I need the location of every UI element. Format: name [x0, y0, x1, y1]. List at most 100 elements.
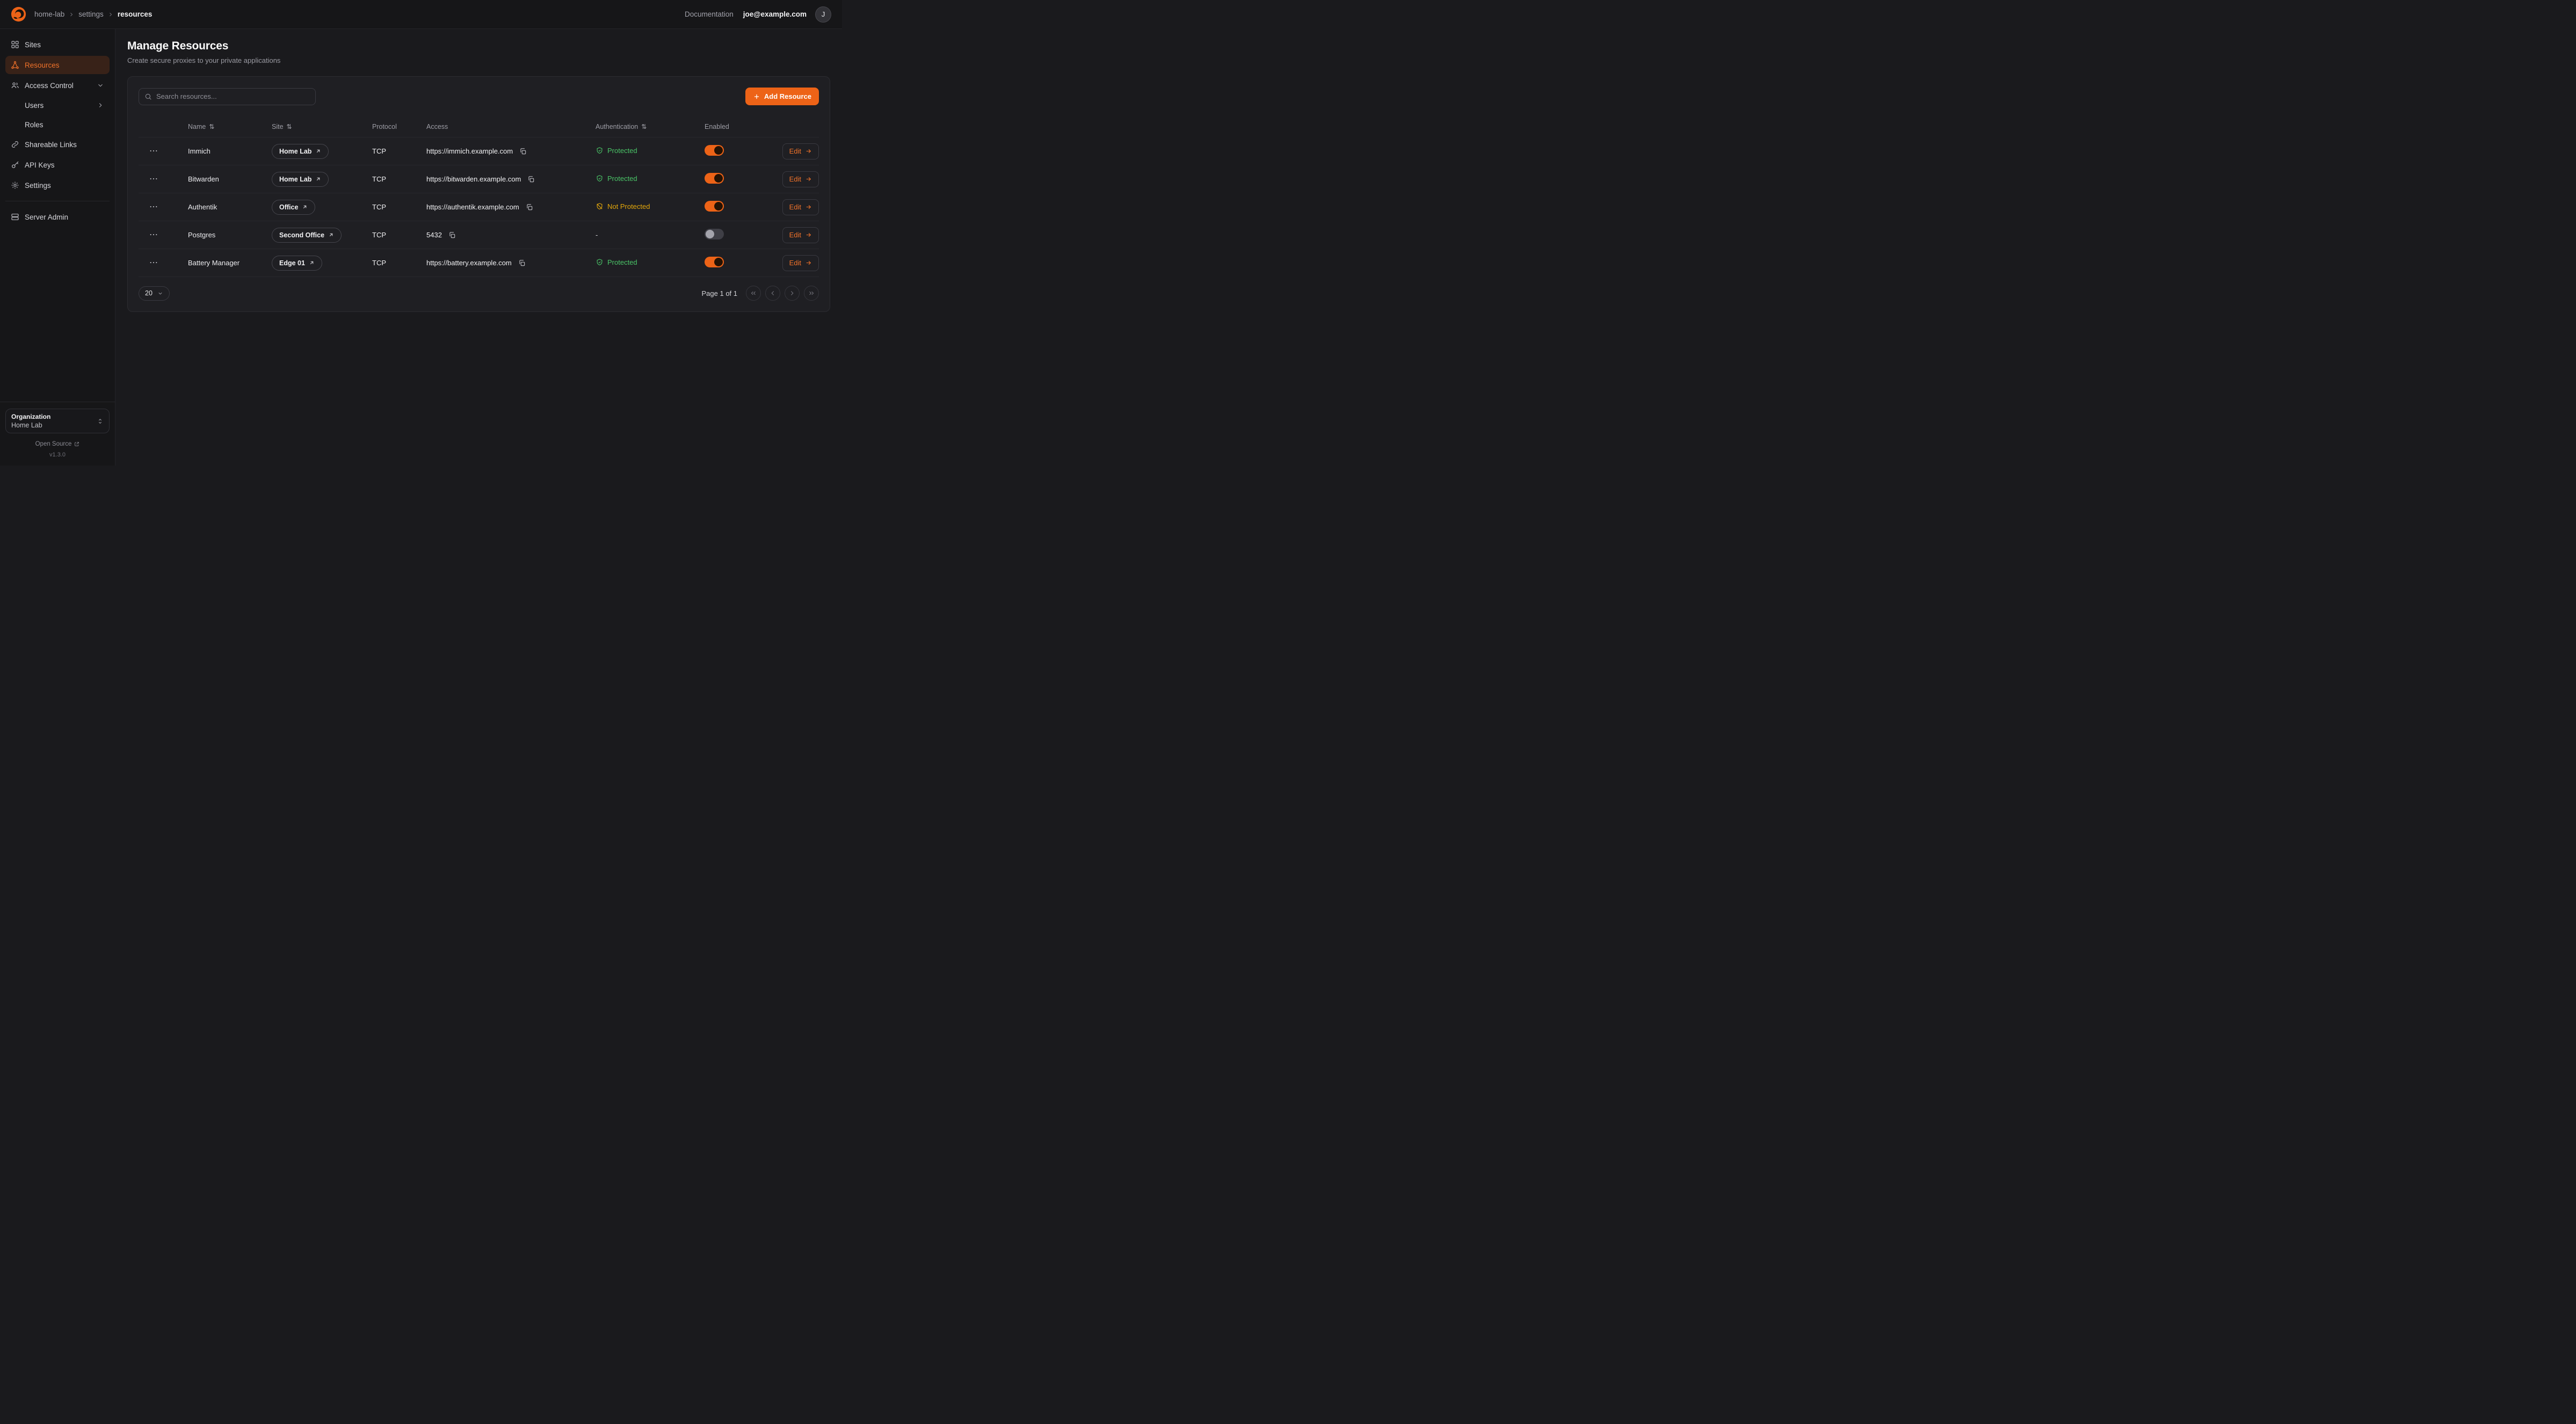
- avatar[interactable]: J: [815, 6, 831, 23]
- link-icon: [11, 140, 19, 149]
- first-page-button[interactable]: [746, 286, 761, 301]
- pagination: 20 Page 1 of 1: [139, 286, 819, 301]
- enabled-toggle[interactable]: [705, 173, 724, 184]
- enabled-toggle[interactable]: [705, 145, 724, 156]
- copy-button[interactable]: [518, 146, 528, 157]
- edit-button[interactable]: Edit: [782, 171, 819, 187]
- arrow-up-right-icon: [315, 148, 321, 154]
- gear-icon: [11, 181, 19, 190]
- sidebar-item-label: Shareable Links: [25, 141, 77, 149]
- edit-button[interactable]: Edit: [782, 143, 819, 159]
- sidebar-item-users[interactable]: Users: [5, 97, 110, 114]
- page-title: Manage Resources: [127, 40, 830, 53]
- previous-page-button[interactable]: [765, 286, 780, 301]
- copy-icon: [448, 231, 456, 239]
- protocol-value: TCP: [372, 203, 426, 211]
- site-link[interactable]: Home Lab: [272, 172, 329, 187]
- row-menu-button[interactable]: ⋯: [146, 145, 162, 158]
- auth-status: -: [596, 231, 598, 239]
- key-icon: [11, 161, 19, 169]
- auth-status: Protected: [596, 147, 637, 155]
- sidebar-item-label: Server Admin: [25, 213, 68, 221]
- next-page-button[interactable]: [785, 286, 800, 301]
- sidebar-item-api-keys[interactable]: API Keys: [5, 156, 110, 174]
- column-header-protocol: Protocol: [372, 123, 426, 130]
- column-header-name[interactable]: Name⇅: [188, 123, 272, 130]
- sort-icon: ⇅: [287, 123, 292, 130]
- column-header-site[interactable]: Site⇅: [272, 123, 372, 130]
- access-value: 5432: [426, 231, 442, 239]
- protocol-value: TCP: [372, 147, 426, 155]
- open-source-link[interactable]: Open Source: [5, 441, 110, 447]
- sidebar-item-shareable-links[interactable]: Shareable Links: [5, 135, 110, 154]
- copy-button[interactable]: [526, 174, 536, 185]
- protocol-value: TCP: [372, 175, 426, 183]
- chevron-right-icon: [68, 11, 75, 18]
- access-value: https://bitwarden.example.com: [426, 175, 521, 183]
- table-toolbar: Add Resource: [139, 88, 819, 105]
- sidebar-item-access-control[interactable]: Access Control: [5, 76, 110, 95]
- sidebar: Sites Resources Access Control Users Rol…: [0, 29, 115, 466]
- sidebar-item-resources[interactable]: Resources: [5, 56, 110, 74]
- search-input[interactable]: [156, 92, 310, 100]
- sidebar-item-settings[interactable]: Settings: [5, 176, 110, 194]
- arrow-right-icon: [805, 231, 812, 238]
- page-subtitle: Create secure proxies to your private ap…: [127, 56, 830, 64]
- breadcrumb-home-lab[interactable]: home-lab: [34, 10, 64, 18]
- organization-value: Home Lab: [11, 422, 50, 429]
- main-content: Manage Resources Create secure proxies t…: [115, 29, 842, 466]
- toggle-knob: [714, 258, 723, 266]
- enabled-toggle[interactable]: [705, 201, 724, 212]
- table-row: ⋯ Battery Manager Edge 01 TCP https://ba…: [139, 249, 819, 277]
- last-page-button[interactable]: [804, 286, 819, 301]
- shield-check-icon: [596, 175, 604, 183]
- page-info: Page 1 of 1: [702, 289, 738, 297]
- row-menu-button[interactable]: ⋯: [146, 257, 162, 270]
- access-value: https://battery.example.com: [426, 259, 512, 267]
- edit-button[interactable]: Edit: [782, 255, 819, 271]
- site-link[interactable]: Home Lab: [272, 144, 329, 159]
- documentation-link[interactable]: Documentation: [685, 10, 734, 18]
- sidebar-item-roles[interactable]: Roles: [5, 116, 110, 133]
- grid-icon: [11, 40, 19, 49]
- protocol-value: TCP: [372, 231, 426, 239]
- resource-name: Postgres: [188, 231, 272, 239]
- row-menu-button[interactable]: ⋯: [146, 201, 162, 214]
- breadcrumb-settings[interactable]: settings: [78, 10, 104, 18]
- organization-selector[interactable]: Organization Home Lab: [5, 409, 110, 433]
- site-link[interactable]: Office: [272, 200, 315, 215]
- page-size-select[interactable]: 20: [139, 286, 170, 301]
- organization-label: Organization: [11, 413, 50, 420]
- copy-button[interactable]: [517, 258, 527, 268]
- toggle-knob: [714, 146, 723, 155]
- sidebar-item-label: Sites: [25, 41, 41, 49]
- edit-button[interactable]: Edit: [782, 227, 819, 243]
- column-header-enabled: Enabled: [705, 123, 774, 130]
- enabled-toggle[interactable]: [705, 257, 724, 267]
- copy-button[interactable]: [524, 202, 535, 213]
- sidebar-item-sites[interactable]: Sites: [5, 35, 110, 54]
- chevrons-right-icon: [808, 289, 815, 297]
- search-box: [139, 88, 316, 105]
- arrow-up-right-icon: [328, 232, 334, 238]
- add-resource-button[interactable]: Add Resource: [745, 88, 819, 105]
- edit-button[interactable]: Edit: [782, 199, 819, 215]
- app-logo-icon[interactable]: [11, 6, 26, 22]
- row-menu-button[interactable]: ⋯: [146, 229, 162, 242]
- copy-button[interactable]: [447, 230, 458, 241]
- site-link[interactable]: Edge 01: [272, 256, 322, 271]
- sidebar-item-label: Settings: [25, 181, 51, 190]
- sidebar-item-server-admin[interactable]: Server Admin: [5, 208, 110, 226]
- breadcrumb-current: resources: [118, 10, 153, 18]
- table-row: ⋯ Immich Home Lab TCP https://immich.exa…: [139, 137, 819, 165]
- column-header-authentication[interactable]: Authentication⇅: [596, 123, 705, 130]
- enabled-toggle[interactable]: [705, 229, 724, 239]
- sidebar-item-label: API Keys: [25, 161, 55, 169]
- breadcrumb: home-lab settings resources: [34, 10, 152, 18]
- column-header-access: Access: [426, 123, 596, 130]
- auth-status: Protected: [596, 258, 637, 266]
- row-menu-button[interactable]: ⋯: [146, 173, 162, 186]
- table-row: ⋯ Bitwarden Home Lab TCP https://bitward…: [139, 165, 819, 193]
- site-link[interactable]: Second Office: [272, 228, 342, 243]
- arrow-right-icon: [805, 259, 812, 266]
